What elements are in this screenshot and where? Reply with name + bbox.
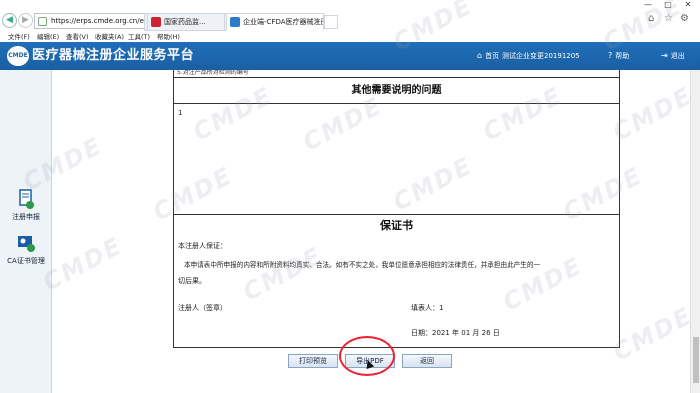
user-name[interactable]: 测试企业变更20191205 bbox=[502, 50, 580, 62]
scrollbar-thumb[interactable] bbox=[693, 337, 699, 383]
app-header: CMDE 医疗器械注册企业服务平台 ⌂ 首页 测试企业变更20191205 ? 帮助… bbox=[0, 42, 700, 70]
nmpa-favicon-icon bbox=[151, 17, 161, 27]
tab-cfda-registration[interactable]: 企业端-CFDA医疗器械注册... ✕ bbox=[226, 13, 324, 31]
sidebar-label: 注册申报 bbox=[12, 213, 40, 221]
main-content: 5.对注产品所对检测的编号 其他需要说明的问题 1 保证书 本注册人保证： 本申… bbox=[52, 70, 700, 393]
settings-gear-icon[interactable]: ⚙ bbox=[680, 13, 689, 24]
minimize-button[interactable]: — bbox=[638, 0, 658, 10]
filler-label: 填表人：1 bbox=[411, 304, 444, 312]
lock-icon bbox=[38, 17, 47, 26]
sidebar-item-registration[interactable]: 注册申报 bbox=[0, 188, 52, 222]
home-icon: ⌂ bbox=[477, 51, 483, 60]
tab-label: 企业端-CFDA医疗器械注册... bbox=[243, 18, 323, 26]
menu-file[interactable]: 文件(F) bbox=[8, 32, 30, 42]
close-window-button[interactable]: ✕ bbox=[678, 0, 698, 10]
divider bbox=[174, 347, 619, 348]
app-title: 医疗器械注册企业服务平台 bbox=[32, 48, 195, 63]
other-issues-value: 1 bbox=[178, 109, 183, 117]
new-tab-button[interactable] bbox=[324, 15, 338, 29]
back-button[interactable]: 返回 bbox=[402, 354, 452, 368]
menu-edit[interactable]: 编辑(E) bbox=[37, 32, 59, 42]
help-link[interactable]: ? 帮助 bbox=[608, 50, 629, 62]
help-icon: ? bbox=[608, 51, 613, 60]
home-browser-icon[interactable]: ⌂ bbox=[648, 13, 654, 24]
sidebar-label: CA证书管理 bbox=[7, 257, 45, 265]
home-link[interactable]: ⌂ 首页 bbox=[477, 50, 499, 62]
print-preview-button[interactable]: 打印预览 bbox=[288, 354, 338, 368]
close-tab-icon[interactable]: ✕ bbox=[314, 14, 320, 30]
guarantee-body: 本申请表中所申报的内容和所附资料均真实、合法。如有不实之处，我单位愿意承担相应的… bbox=[184, 261, 541, 269]
maximize-button[interactable]: □ bbox=[658, 0, 678, 10]
divider bbox=[174, 103, 619, 104]
highlight-circle bbox=[339, 336, 395, 376]
menu-view[interactable]: 查看(V) bbox=[66, 32, 89, 42]
menu-help[interactable]: 帮助(H) bbox=[157, 32, 180, 42]
tab-label: 国家药品监... bbox=[164, 18, 206, 26]
menu-tools[interactable]: 工具(T) bbox=[128, 32, 150, 42]
browser-toolbar: ◀ ▶ https://erps.cmde.org.cn/ecde/ ⚲▾ ↻ bbox=[0, 10, 700, 32]
home-label: 首页 bbox=[485, 52, 500, 60]
forward-nav-button[interactable]: ▶ bbox=[18, 13, 33, 28]
menu-favorites[interactable]: 收藏夹(A) bbox=[95, 32, 124, 42]
application-form: 5.对注产品所对检测的编号 其他需要说明的问题 1 保证书 本注册人保证： 本申… bbox=[173, 70, 620, 348]
guarantee-intro: 本注册人保证： bbox=[178, 242, 227, 250]
logout-link[interactable]: ⇥ 退出 bbox=[661, 50, 685, 62]
ie-favicon-icon bbox=[230, 17, 240, 27]
address-url[interactable]: https://erps.cmde.org.cn/ecde/ bbox=[51, 17, 159, 25]
menu-bar: 文件(F) 编辑(E) 查看(V) 收藏夹(A) 工具(T) 帮助(H) bbox=[0, 32, 700, 42]
logout-icon: ⇥ bbox=[661, 51, 668, 60]
help-label: 帮助 bbox=[615, 52, 630, 60]
window-titlebar: — □ ✕ bbox=[0, 0, 700, 10]
date-label: 日期：2021 年 01 月 26 日 bbox=[411, 329, 500, 337]
logout-label: 退出 bbox=[670, 52, 685, 60]
guarantee-body-end: 切后果。 bbox=[178, 277, 206, 285]
back-nav-button[interactable]: ◀ bbox=[2, 13, 17, 28]
guarantee-title: 保证书 bbox=[380, 219, 413, 232]
cmde-logo: CMDE bbox=[7, 46, 29, 66]
vertical-scrollbar[interactable] bbox=[690, 70, 700, 393]
favorites-star-icon[interactable]: ☆ bbox=[664, 13, 673, 24]
document-edit-icon bbox=[17, 188, 35, 210]
sidebar: 注册申报 CA证书管理 bbox=[0, 70, 52, 393]
tab-nmpa[interactable]: 国家药品监... bbox=[147, 13, 225, 31]
ca-certificate-icon bbox=[17, 232, 35, 254]
sidebar-item-ca[interactable]: CA证书管理 bbox=[0, 232, 52, 266]
truncated-row: 5.对注产品所对检测的编号 bbox=[174, 70, 619, 78]
other-issues-title: 其他需要说明的问题 bbox=[351, 85, 442, 96]
registrant-signature-label: 注册人（签章） bbox=[178, 304, 227, 312]
